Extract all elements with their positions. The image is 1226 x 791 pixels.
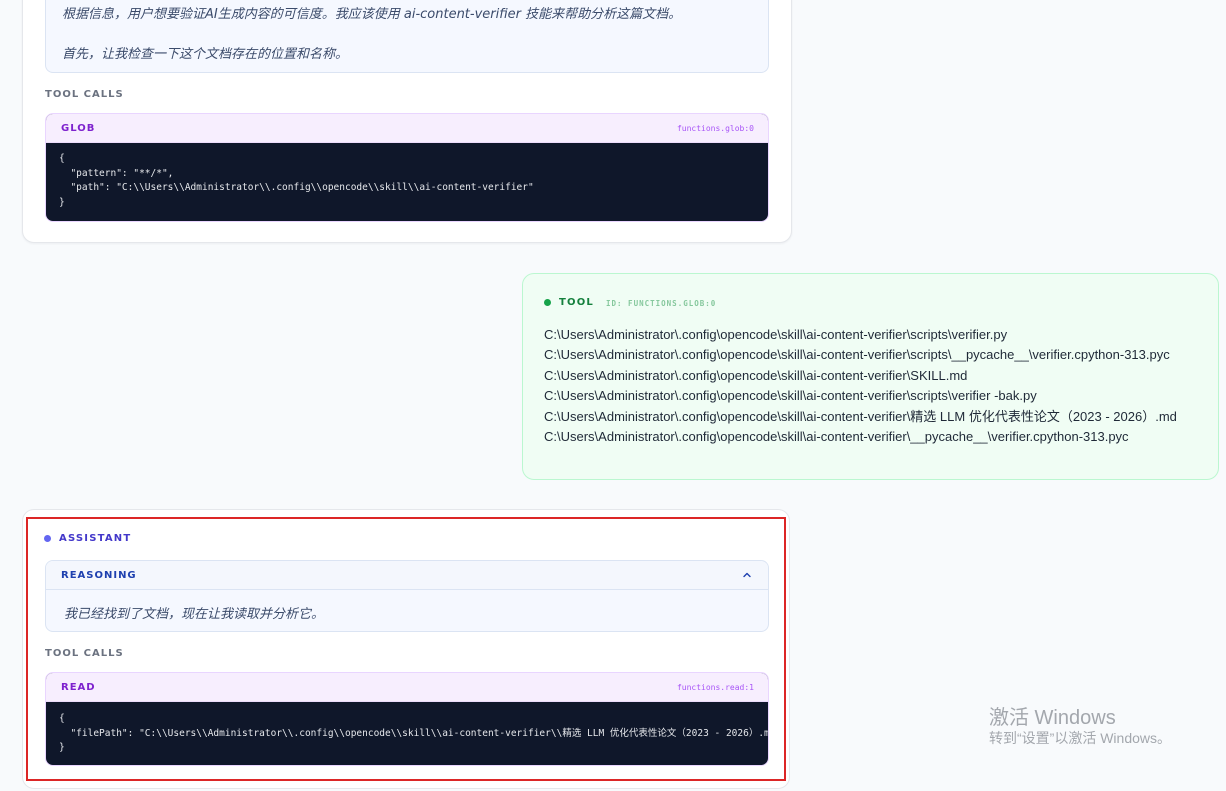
tool-call-glob: GLOB functions.glob:0 { "pattern": "**/*… xyxy=(45,113,769,222)
result-line: C:\Users\Administrator\.config\opencode\… xyxy=(544,347,1170,363)
reasoning-content: 根据信息，用户想要验证AI生成内容的可信度。我应该使用 ai-content-v… xyxy=(45,0,769,73)
result-line: C:\Users\Administrator\.config\opencode\… xyxy=(544,367,968,383)
reasoning-line: 首先，让我检查一下这个文档存在的位置和名称。 xyxy=(62,47,349,62)
code-line: } xyxy=(59,196,65,208)
code-line: "pattern": "**/*", xyxy=(59,167,174,179)
tool-result-output: C:\Users\Administrator\.config\opencode\… xyxy=(544,325,1177,447)
tool-call-reference: ID: FUNCTIONS.GLOB:0 xyxy=(606,299,717,308)
activation-watermark-title: 激活 Windows xyxy=(989,707,1116,729)
tool-role-label: TOOL xyxy=(559,297,594,308)
tool-message-card: TOOL ID: FUNCTIONS.GLOB:0 C:\Users\Admin… xyxy=(522,273,1219,480)
code-line: { xyxy=(59,153,65,164)
reasoning-line: 根据信息，用户想要验证AI生成内容的可信度。我应该使用 ai-content-v… xyxy=(62,7,682,22)
tool-call-header[interactable]: GLOB functions.glob:0 xyxy=(46,114,768,143)
result-line: C:\Users\Administrator\.config\opencode\… xyxy=(544,327,1008,342)
tool-call-id: functions.glob:0 xyxy=(676,124,754,133)
assistant-message-card: 根据信息，用户想要验证AI生成内容的可信度。我应该使用 ai-content-v… xyxy=(22,0,792,243)
result-line: C:\Users\Administrator\.config\opencode\… xyxy=(544,429,1129,445)
activation-watermark-subtitle: 转到“设置”以激活 Windows。 xyxy=(989,730,1172,746)
tool-call-name: GLOB xyxy=(61,123,96,134)
tool-call-arguments: { "pattern": "**/*", "path": "C:\\Users\… xyxy=(46,143,768,220)
result-line: C:\Users\Administrator\.config\opencode\… xyxy=(544,388,1037,404)
tool-status-dot xyxy=(544,299,551,306)
code-line: "path": "C:\\Users\\Administrator\\.conf… xyxy=(59,182,534,193)
selection-highlight xyxy=(26,517,786,781)
tool-calls-label: TOOL CALLS xyxy=(45,89,124,100)
result-line: C:\Users\Administrator\.config\opencode\… xyxy=(544,408,1177,424)
